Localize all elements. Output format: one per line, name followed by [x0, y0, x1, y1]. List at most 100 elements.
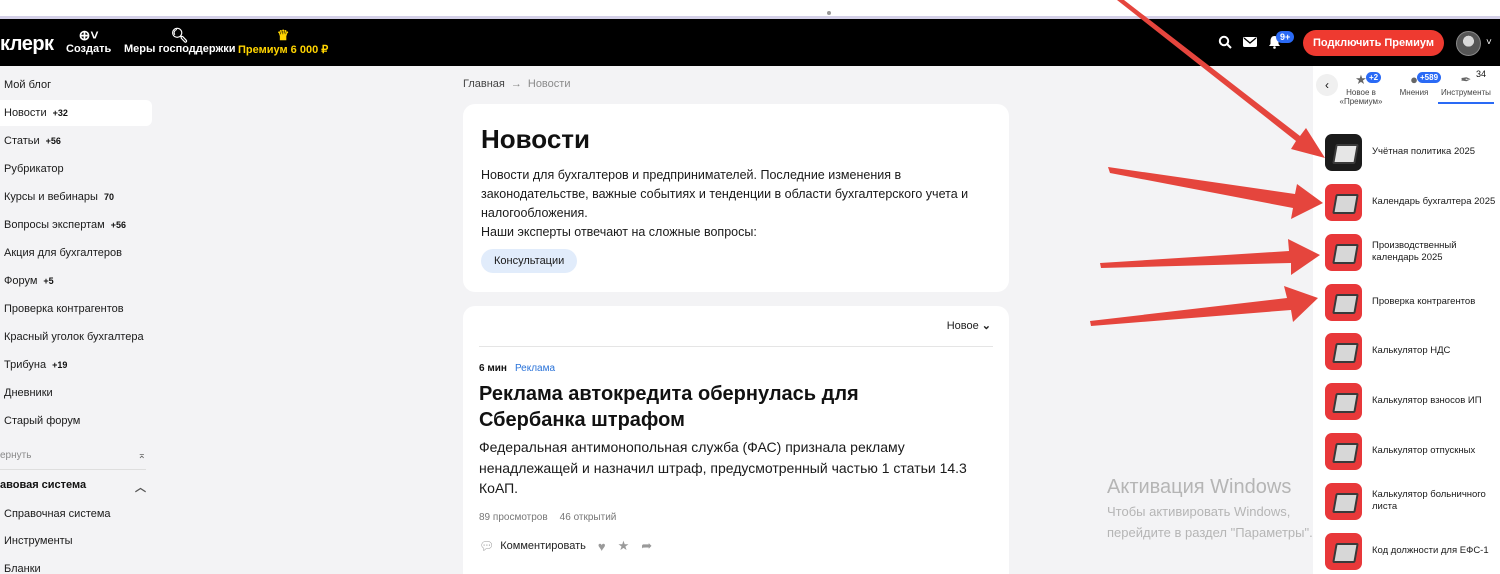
news-feed-card: Новое ⌄ 6 мин Реклама Реклама автокредита… [463, 306, 1009, 574]
sidebar-item-reference-system[interactable]: Справочная система [0, 501, 111, 527]
sidebar-item-label: Красный уголок бухгалтера [4, 331, 144, 343]
sort-label: Новое [946, 320, 979, 332]
sidebar-item-forum[interactable]: Форум +5 [0, 268, 54, 294]
crown-icon: ♛ [276, 27, 290, 43]
sidebar-item-label: Вопросы экспертам [4, 219, 105, 231]
watermark-text: Чтобы активировать Windows, перейдите в … [1107, 504, 1313, 540]
tool-label: Калькулятор больничного листа [1372, 489, 1486, 512]
sidebar-item-badge: 70 [103, 192, 114, 202]
chevron-down-icon: ⌄ [981, 320, 991, 332]
tool-label: Учётная политика 2025 [1372, 146, 1476, 157]
search-icon[interactable] [1217, 35, 1233, 51]
heart-icon[interactable]: ♥ [598, 539, 606, 554]
article-stats: 89 просмотров 46 открытий [479, 512, 616, 523]
avatar[interactable] [1456, 31, 1481, 56]
breadcrumb-arrow: → [510, 78, 522, 90]
sidebar-item-forms[interactable]: Бланки [0, 556, 41, 574]
sort-dropdown[interactable]: Новое ⌄ [947, 319, 991, 332]
create-button[interactable]: ⊕˅ Создать [66, 27, 111, 55]
tab-opinions[interactable]: ● +589 Мнения [1389, 72, 1442, 97]
connect-premium-button[interactable]: Подключить Премиум [1303, 30, 1444, 56]
sidebar-section-legal[interactable]: авовая система ︿ [0, 479, 146, 494]
tool-label: Калькулятор взносов ИП [1372, 395, 1482, 406]
star-icon[interactable]: ★ [618, 538, 630, 554]
chevron-down-icon[interactable]: ˅ [1486, 37, 1492, 48]
top-navigation-bar: клерк ⊕˅ Создать 🔍︎ Меры господдержки ♛ … [0, 19, 1500, 66]
sidebar-item-tribune[interactable]: Трибуна +19 [0, 352, 67, 378]
tool-label: Код должности для ЕФС-1 [1372, 545, 1489, 556]
tab-premium-new[interactable]: ★ +2 Новое в «Премиум» [1335, 72, 1387, 106]
sidebar-item-news[interactable]: Новости +32 [0, 100, 152, 126]
chevron-up-icon: ︿ [135, 482, 146, 494]
tool-production-calendar[interactable]: Производственный календарь 2025 [1325, 232, 1497, 272]
sidebar-item-label: Курсы и вебинары [4, 191, 98, 203]
gov-support-link[interactable]: 🔍︎ Меры господдержки [124, 27, 236, 55]
magnifier-icon [1325, 283, 1362, 321]
sidebar-item-counterparty-check[interactable]: Проверка контрагентов [0, 296, 124, 322]
sidebar-item-expert-questions[interactable]: Вопросы экспертам +56 [0, 212, 126, 238]
tool-position-code[interactable]: Код должности для ЕФС-1 [1325, 531, 1497, 571]
sidebar-item-label: Трибуна [4, 359, 47, 371]
logo-text: клерк [0, 33, 54, 55]
tool-accountant-calendar[interactable]: Календарь бухгалтера 2025 [1325, 182, 1497, 222]
annotation-arrow-2 [1108, 167, 1323, 219]
browser-top-strip [0, 0, 1500, 19]
sidebar-item-diaries[interactable]: Дневники [0, 380, 53, 406]
sidebar-item-tools[interactable]: Инструменты [0, 528, 73, 554]
sidebar-item-label: Рубрикатор [4, 163, 64, 175]
sidebar-item-articles[interactable]: Статьи +56 [0, 128, 61, 154]
section-title: авовая система [0, 479, 87, 491]
tool-vacation-calculator[interactable]: Калькулятор отпускных [1325, 431, 1497, 471]
article-tag[interactable]: Реклама [515, 363, 555, 374]
sidebar-item-label: Старый форум [4, 415, 81, 427]
glasses-icon [1325, 332, 1362, 370]
document-icon [1325, 482, 1362, 520]
opens-count: 46 открытий [559, 512, 617, 523]
tab-label: Мнения [1399, 88, 1429, 97]
tool-label: Калькулятор отпускных [1372, 445, 1476, 456]
sidebar-item-label: Мой блог [4, 79, 52, 91]
tool-accounting-policy[interactable]: Учётная политика 2025 [1325, 132, 1497, 172]
strip-dot [827, 11, 831, 15]
tab-label: Новое в «Премиум» [1339, 88, 1383, 106]
article-lead: Федеральная антимонопольная служба (ФАС)… [479, 439, 967, 496]
breadcrumb-home[interactable]: Главная [463, 78, 505, 90]
page-title: Новости [481, 124, 591, 154]
tool-counterparty-check[interactable]: Проверка контрагентов [1325, 282, 1497, 322]
sidebar-item-courses[interactable]: Курсы и вебинары 70 [0, 184, 114, 210]
plus-circle-icon: ⊕˅ [78, 27, 99, 43]
sidebar-item-old-forum[interactable]: Старый форум [0, 408, 80, 434]
sidebar-item-badge: +5 [43, 276, 54, 286]
breadcrumb-current: Новости [527, 78, 571, 90]
consultations-button[interactable]: Консультации [481, 249, 578, 273]
tab-label: Инструменты [1441, 88, 1491, 97]
sidebar-item-badge: +32 [52, 108, 68, 118]
mail-icon[interactable] [1242, 35, 1258, 51]
sidebar-item-my-blog[interactable]: Мой блог [0, 72, 51, 98]
premium-link[interactable]: ♛ Премиум 6 000 ₽ [238, 27, 328, 56]
share-icon[interactable]: ➦ [641, 538, 652, 554]
annotation-arrow-3 [1100, 239, 1320, 275]
comment-button[interactable]: Комментировать [500, 540, 586, 552]
sidebar-item-promo[interactable]: Акция для бухгалтеров [0, 240, 122, 266]
article-title[interactable]: Реклама автокредита обернулась для Сберб… [479, 381, 949, 433]
tool-vat-calculator[interactable]: Калькулятор НДС [1325, 331, 1497, 371]
sidebar-item-rubricator[interactable]: Рубрикатор [0, 156, 64, 182]
annotation-arrow-4 [1090, 286, 1318, 326]
read-time: 6 мин [479, 363, 507, 374]
site-logo[interactable]: клерк [0, 33, 54, 56]
right-tools-panel: ‹ ★ +2 Новое в «Премиум» ● +589 Мнения ✒… [1313, 66, 1500, 574]
tab-tools[interactable]: ✒ 34 Инструменты [1438, 70, 1494, 104]
experts-text: Наши эксперты отвечают на сложные вопрос… [481, 225, 757, 239]
tool-sick-leave-calculator[interactable]: Калькулятор больничного листа [1325, 481, 1497, 521]
sidebar-item-label: Справочная система [4, 508, 111, 520]
article-actions: 💬︎ Комментировать ♥ ★ ➦ [479, 538, 664, 554]
sidebar-item-label: Акция для бухгалтеров [4, 247, 122, 259]
create-label: Создать [66, 43, 112, 55]
sidebar-item-label: Форум [4, 275, 38, 287]
tool-label: Калькулятор НДС [1372, 345, 1451, 356]
divider [479, 346, 993, 347]
sidebar-item-red-corner[interactable]: Красный уголок бухгалтера [0, 324, 144, 350]
tool-ip-contributions-calculator[interactable]: Калькулятор взносов ИП [1325, 381, 1497, 421]
sidebar-collapse-toggle[interactable]: ернуть ⌅ [0, 450, 146, 470]
